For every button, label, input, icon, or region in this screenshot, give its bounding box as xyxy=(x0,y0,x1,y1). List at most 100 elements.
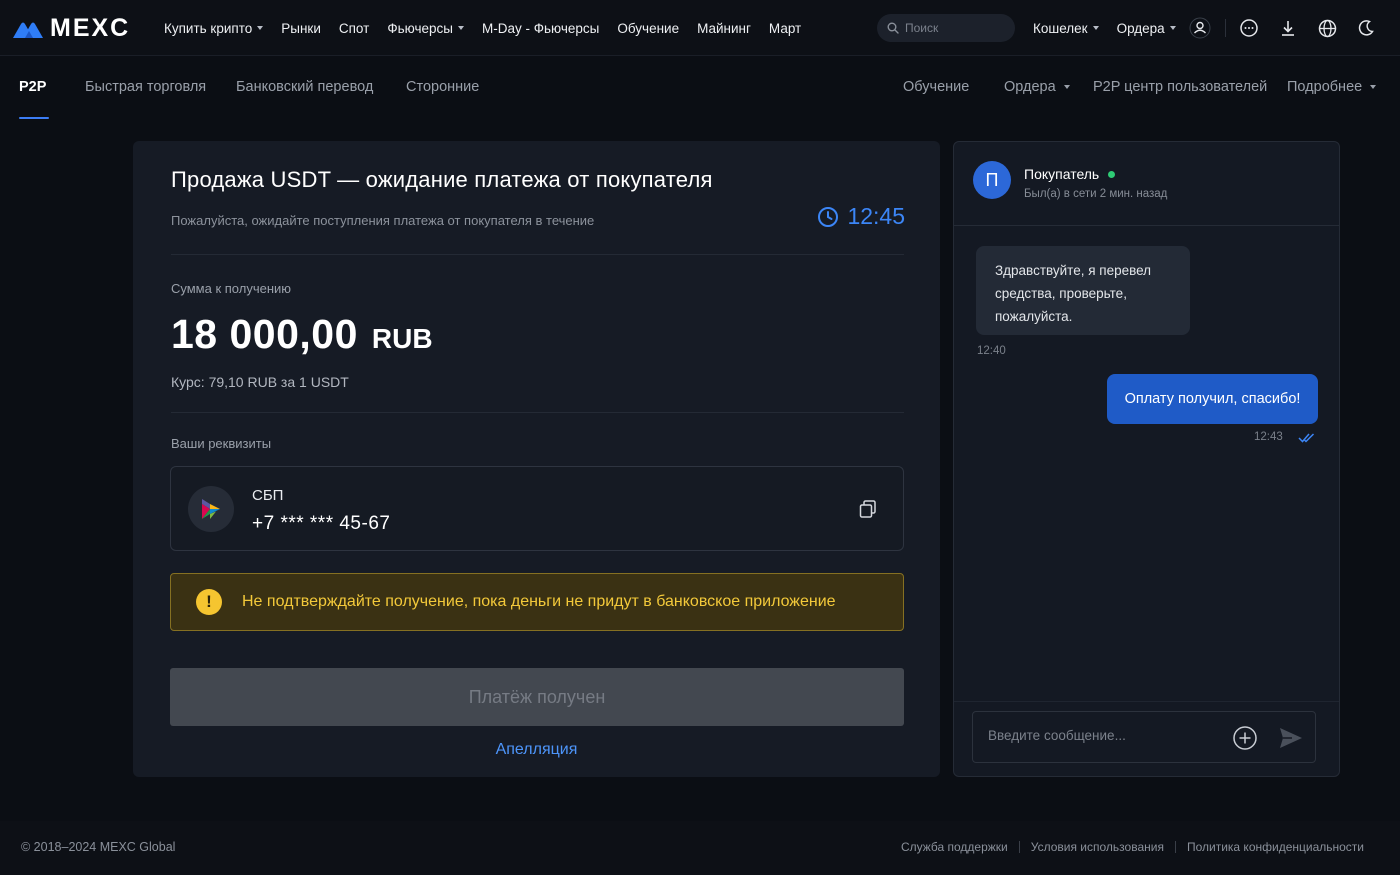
top-header: MEXC Купить крипто Рынки Спот Фьючерсы M… xyxy=(0,0,1400,56)
online-status-icon xyxy=(1108,170,1116,178)
amount-value: 18 000,00 xyxy=(171,311,358,357)
message-time: 12:40 xyxy=(977,345,1006,357)
main-nav: Купить крипто Рынки Спот Фьючерсы M-Day … xyxy=(164,0,819,56)
subnav-orders[interactable]: Ордера xyxy=(1004,79,1070,95)
caret-down-icon xyxy=(457,26,464,30)
chat-bubble-icon[interactable] xyxy=(1238,17,1260,39)
nav-mining[interactable]: Майнинг xyxy=(697,21,751,36)
chat-header: П Покупатель Был(а) в сети 2 мин. назад xyxy=(954,142,1339,226)
nav-label: Фьючерсы xyxy=(387,20,453,36)
nav-futures[interactable]: Фьючерсы xyxy=(387,21,464,36)
outgoing-message: Оплату получил, спасибо! xyxy=(1107,374,1318,424)
tab-p2p[interactable]: P2P xyxy=(19,79,46,95)
account-nav: Кошелек Ордера xyxy=(1033,0,1194,56)
payment-details-card: СБП +7 *** *** 45-67 xyxy=(170,466,904,551)
wallet-menu[interactable]: Кошелек xyxy=(1033,21,1099,36)
caret-down-icon xyxy=(1370,85,1377,89)
order-panel: Продажа USDT — ожидание платежа от покуп… xyxy=(133,141,940,777)
nav-label: Купить крипто xyxy=(164,20,253,36)
brand-name: MEXC xyxy=(50,14,131,42)
double-check-icon xyxy=(1298,433,1315,443)
nav-label: Рынки xyxy=(281,20,321,36)
message-input[interactable] xyxy=(988,728,1218,743)
chat-panel: П Покупатель Был(а) в сети 2 мин. назад … xyxy=(953,141,1340,777)
nav-mday-futures[interactable]: M-Day - Фьючерсы xyxy=(482,21,599,36)
subnav-user-center[interactable]: P2P центр пользователей xyxy=(1093,79,1267,95)
caret-down-icon xyxy=(257,26,264,30)
countdown-timer: 12:45 xyxy=(817,203,905,230)
clock-icon xyxy=(818,206,839,227)
divider xyxy=(171,254,904,255)
nav-spot[interactable]: Спот xyxy=(339,21,369,36)
tab-express-trade[interactable]: Быстрая торговля xyxy=(85,79,206,95)
order-title: Продажа USDT — ожидание платежа от покуп… xyxy=(171,167,713,192)
footer-link-privacy[interactable]: Политика конфиденциальности xyxy=(1187,840,1364,854)
send-icon[interactable] xyxy=(1278,725,1304,751)
search-box[interactable] xyxy=(877,14,1015,42)
timer-value: 12:45 xyxy=(847,203,905,229)
caret-down-icon xyxy=(1092,26,1099,30)
plus-circle-icon[interactable] xyxy=(1232,725,1258,751)
subnav-more-label: Подробнее xyxy=(1287,79,1363,95)
nav-label: Март xyxy=(768,20,802,36)
appeal-link[interactable]: Апелляция xyxy=(133,741,940,759)
avatar: П xyxy=(973,161,1011,199)
payment-received-button[interactable]: Платёж получен xyxy=(170,668,904,726)
last-seen-status: Был(а) в сети 2 мин. назад xyxy=(1024,188,1168,200)
nav-label: M-Day - Фьючерсы xyxy=(481,20,600,36)
sbp-logo-icon xyxy=(188,486,234,532)
exclamation-icon: ! xyxy=(196,589,222,615)
warning-text: Не подтверждайте получение, пока деньги … xyxy=(242,593,836,610)
copyright-text: © 2018–2024 MEXC Global xyxy=(21,840,176,854)
nav-learn[interactable]: Обучение xyxy=(617,21,679,36)
search-input[interactable] xyxy=(905,21,1005,35)
active-tab-indicator xyxy=(19,117,49,119)
tab-third-party[interactable]: Сторонние xyxy=(406,79,479,95)
nav-march[interactable]: Март xyxy=(769,21,801,36)
nav-label: Спот xyxy=(338,20,370,36)
payment-phone-number: +7 *** *** 45-67 xyxy=(252,513,391,534)
mexc-logo-icon xyxy=(13,22,43,38)
p2p-subnav: P2P Быстрая торговля Банковский перевод … xyxy=(0,57,1400,119)
subnav-orders-label: Ордера xyxy=(1004,79,1056,95)
footer-link-terms[interactable]: Условия использования xyxy=(1031,840,1164,854)
amount-currency: RUB xyxy=(371,323,433,354)
orders-label: Ордера xyxy=(1116,20,1165,36)
amount-label: Сумма к получению xyxy=(171,281,292,296)
brand-logo[interactable]: MEXC xyxy=(12,14,130,43)
payment-method-name: СБП xyxy=(252,487,284,504)
chat-divider xyxy=(954,701,1339,702)
order-subtitle: Пожалуйста, ожидайте поступления платежа… xyxy=(171,213,595,228)
incoming-message: Здравствуйте, я перевел средства, провер… xyxy=(976,246,1190,335)
footer-links: Служба поддержки Условия использования П… xyxy=(901,840,1364,854)
exchange-rate: Курс: 79,10 RUB за 1 USDT xyxy=(171,374,349,390)
counterparty-name[interactable]: Покупатель xyxy=(1024,166,1116,182)
wallet-label: Кошелек xyxy=(1033,20,1088,36)
nav-label: Майнинг xyxy=(697,20,751,36)
details-label: Ваши реквизиты xyxy=(171,436,272,451)
warning-banner: ! Не подтверждайте получение, пока деньг… xyxy=(170,573,904,631)
nav-label: Обучение xyxy=(617,20,680,36)
footer: © 2018–2024 MEXC Global Служба поддержки… xyxy=(0,821,1400,875)
footer-separator xyxy=(1174,841,1176,853)
subnav-learn[interactable]: Обучение xyxy=(903,79,969,95)
amount-display: 18 000,00 RUB xyxy=(171,311,433,358)
download-icon[interactable] xyxy=(1277,17,1299,39)
user-icon[interactable] xyxy=(1189,17,1211,39)
search-icon xyxy=(887,22,899,34)
subnav-more[interactable]: Подробнее xyxy=(1287,79,1377,95)
orders-menu[interactable]: Ордера xyxy=(1117,21,1176,36)
chat-composer xyxy=(972,711,1316,763)
nav-buy-crypto[interactable]: Купить крипто xyxy=(164,20,264,36)
counterparty-name-text: Покупатель xyxy=(1024,166,1100,182)
divider xyxy=(171,412,904,413)
footer-separator xyxy=(1018,841,1020,853)
copy-icon[interactable] xyxy=(857,498,879,520)
nav-markets[interactable]: Рынки xyxy=(281,21,321,36)
footer-link-support[interactable]: Служба поддержки xyxy=(901,840,1008,854)
globe-icon[interactable] xyxy=(1316,17,1338,39)
moon-icon[interactable] xyxy=(1355,17,1377,39)
header-divider xyxy=(1225,19,1226,37)
message-time: 12:43 xyxy=(1254,431,1283,443)
tab-bank-transfer[interactable]: Банковский перевод xyxy=(236,79,373,95)
